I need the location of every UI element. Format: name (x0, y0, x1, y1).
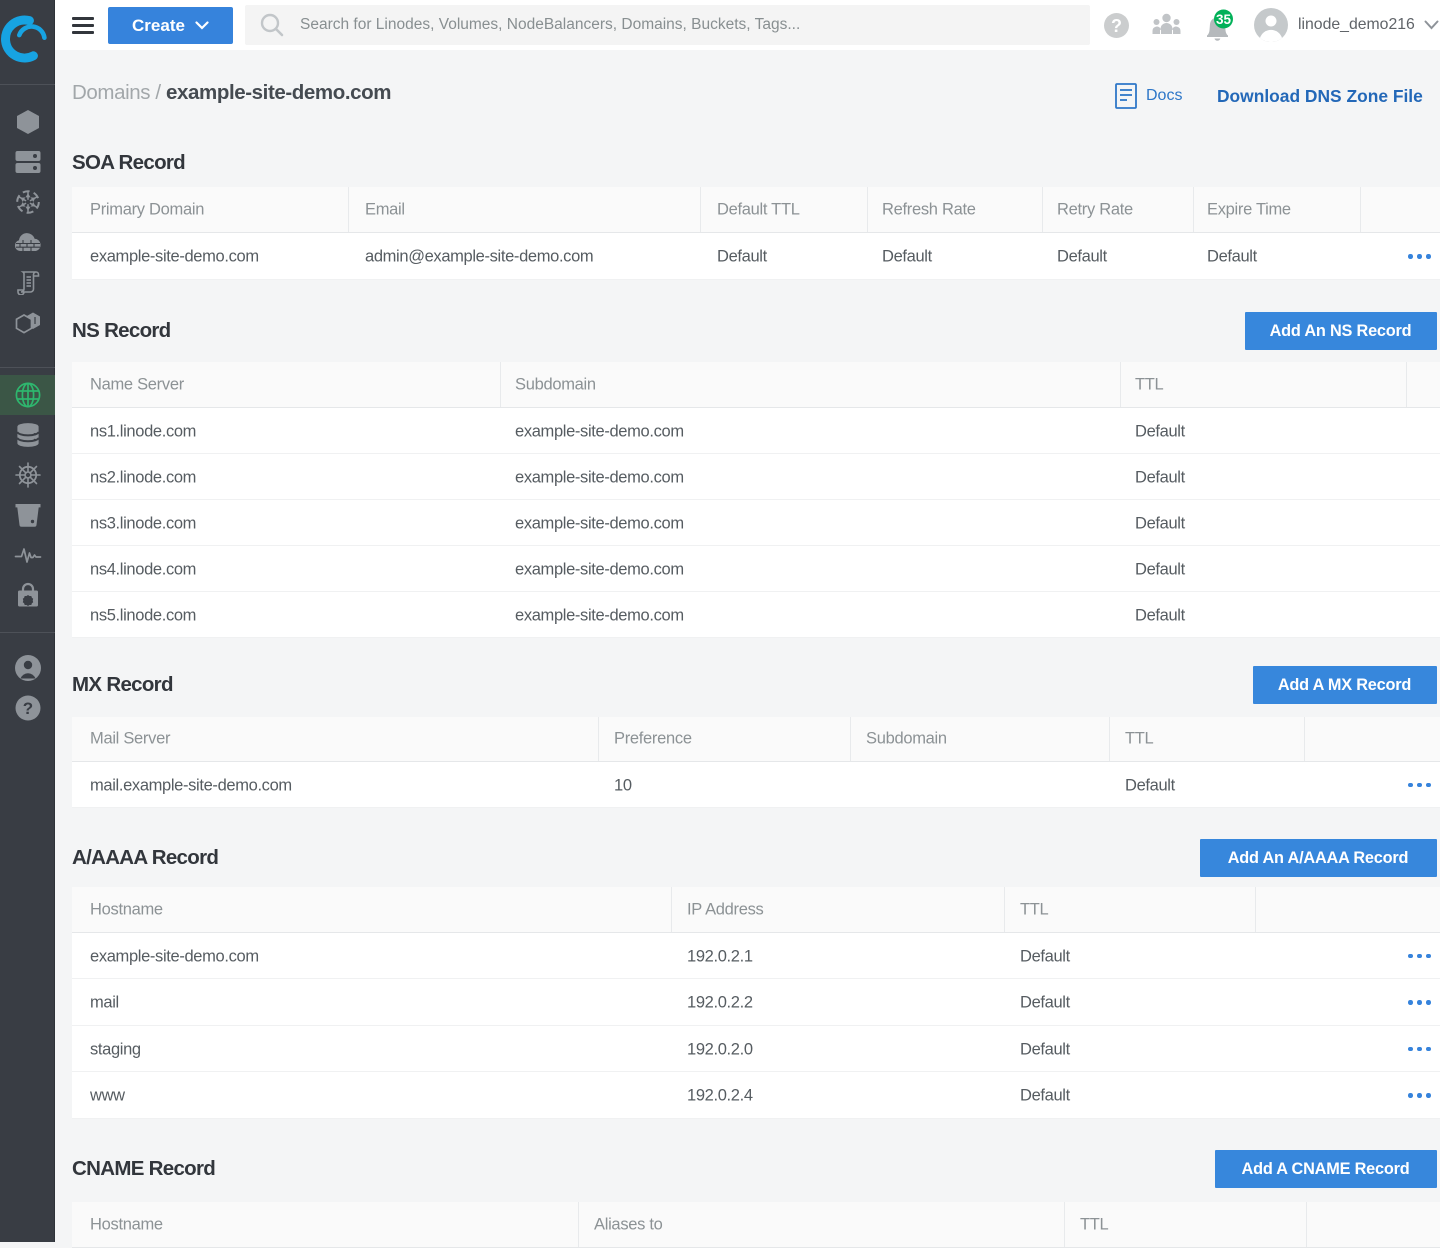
svg-text:?: ? (1111, 16, 1122, 36)
svg-text:35: 35 (1216, 12, 1232, 27)
svg-text:?: ? (22, 699, 32, 718)
